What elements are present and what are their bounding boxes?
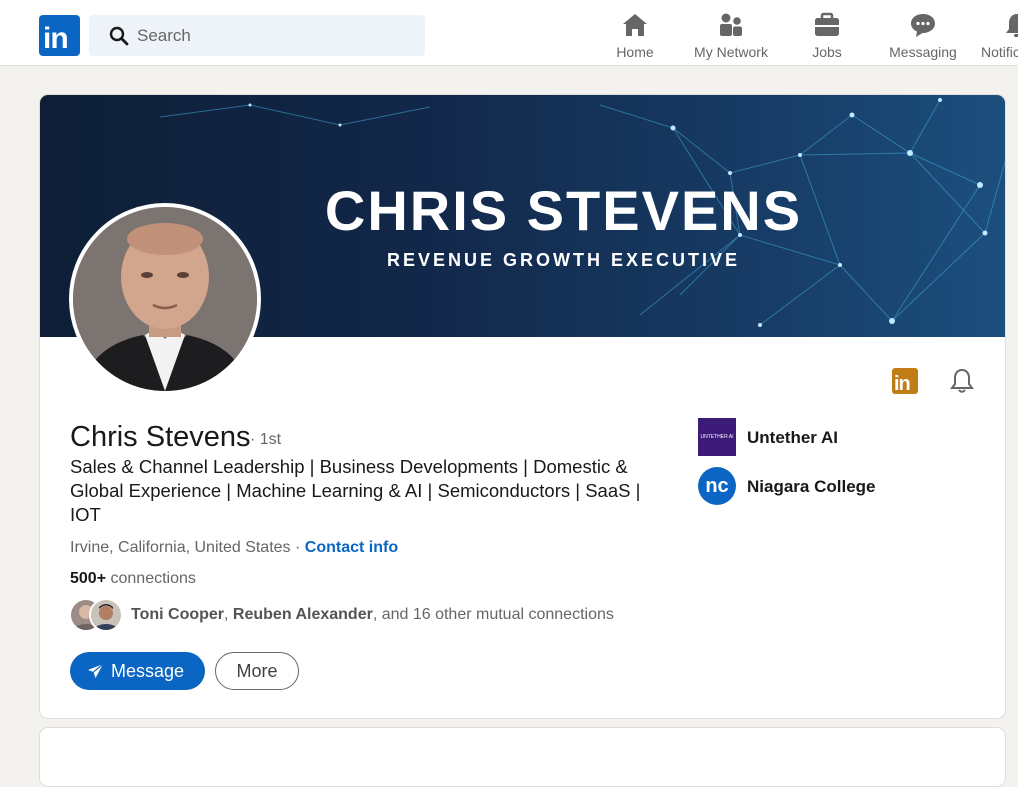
message-button[interactable]: Message xyxy=(70,652,205,690)
profile-card: CHRIS STEVENS REVENUE GROWTH EXECUTIVE i… xyxy=(39,94,1006,719)
message-button-label: Message xyxy=(111,661,185,681)
more-button[interactable]: More xyxy=(215,652,299,690)
search-box[interactable] xyxy=(89,15,425,56)
linkedin-logo-icon[interactable]: in xyxy=(39,15,80,56)
mutual-avatars[interactable] xyxy=(69,598,125,632)
nav-my-network-label: My Network xyxy=(694,44,768,60)
search-input[interactable] xyxy=(137,15,407,56)
linkedin-premium-badge-icon[interactable]: in xyxy=(892,368,918,394)
mutual-separator: , xyxy=(224,606,233,623)
org-name-untether: Untether AI xyxy=(747,428,838,447)
top-nav-bar: in Home My Network Jobs xyxy=(0,0,1018,66)
nav-home-label: Home xyxy=(616,44,654,60)
org-name-niagara: Niagara College xyxy=(747,477,876,496)
mutual-connections[interactable]: Toni Cooper, Reuben Alexander, and 16 ot… xyxy=(131,606,614,624)
nav-messaging-label: Messaging xyxy=(889,44,957,60)
profile-location: Irvine, California, United States xyxy=(70,539,291,556)
nav-home[interactable]: Home xyxy=(600,10,670,62)
nav-notifications-label: Notific xyxy=(981,44,1018,60)
profile-avatar[interactable] xyxy=(69,203,261,395)
mutual-avatar-2 xyxy=(89,598,123,632)
connections-count[interactable]: 500+ connections xyxy=(70,570,196,588)
nav-jobs-label: Jobs xyxy=(812,44,842,60)
nav-messaging[interactable]: Messaging xyxy=(884,10,962,62)
bell-icon[interactable] xyxy=(948,367,976,395)
contact-info-link[interactable]: Contact info xyxy=(305,539,398,556)
connection-degree: · 1st xyxy=(250,431,282,448)
next-section-card xyxy=(39,727,1006,787)
jobs-icon xyxy=(815,12,839,36)
network-icon xyxy=(720,13,742,36)
mutual-name-2[interactable]: Reuben Alexander xyxy=(233,606,373,623)
profile-photo xyxy=(73,207,257,391)
notifications-icon xyxy=(1006,14,1018,37)
untether-ai-logo: UNTETHER AI xyxy=(698,418,736,456)
mutual-name-1[interactable]: Toni Cooper xyxy=(131,606,224,623)
send-icon xyxy=(88,663,104,678)
home-icon xyxy=(623,14,647,36)
location-line: Irvine, California, United States · Cont… xyxy=(70,539,398,557)
location-separator: · xyxy=(290,539,305,556)
profile-headline: Sales & Channel Leadership | Business De… xyxy=(70,456,641,525)
niagara-college-logo: nc xyxy=(698,467,736,505)
messaging-icon xyxy=(911,14,935,37)
search-icon xyxy=(109,26,129,46)
profile-name: Chris Stevens xyxy=(70,421,251,453)
nav-jobs[interactable]: Jobs xyxy=(795,10,859,62)
nav-my-network[interactable]: My Network xyxy=(685,10,777,62)
connections-number: 500+ xyxy=(70,570,107,587)
nav-notifications[interactable]: Notific xyxy=(981,10,1018,62)
mutual-rest: , and 16 other mutual connections xyxy=(372,606,614,623)
connections-label: connections xyxy=(106,570,196,587)
